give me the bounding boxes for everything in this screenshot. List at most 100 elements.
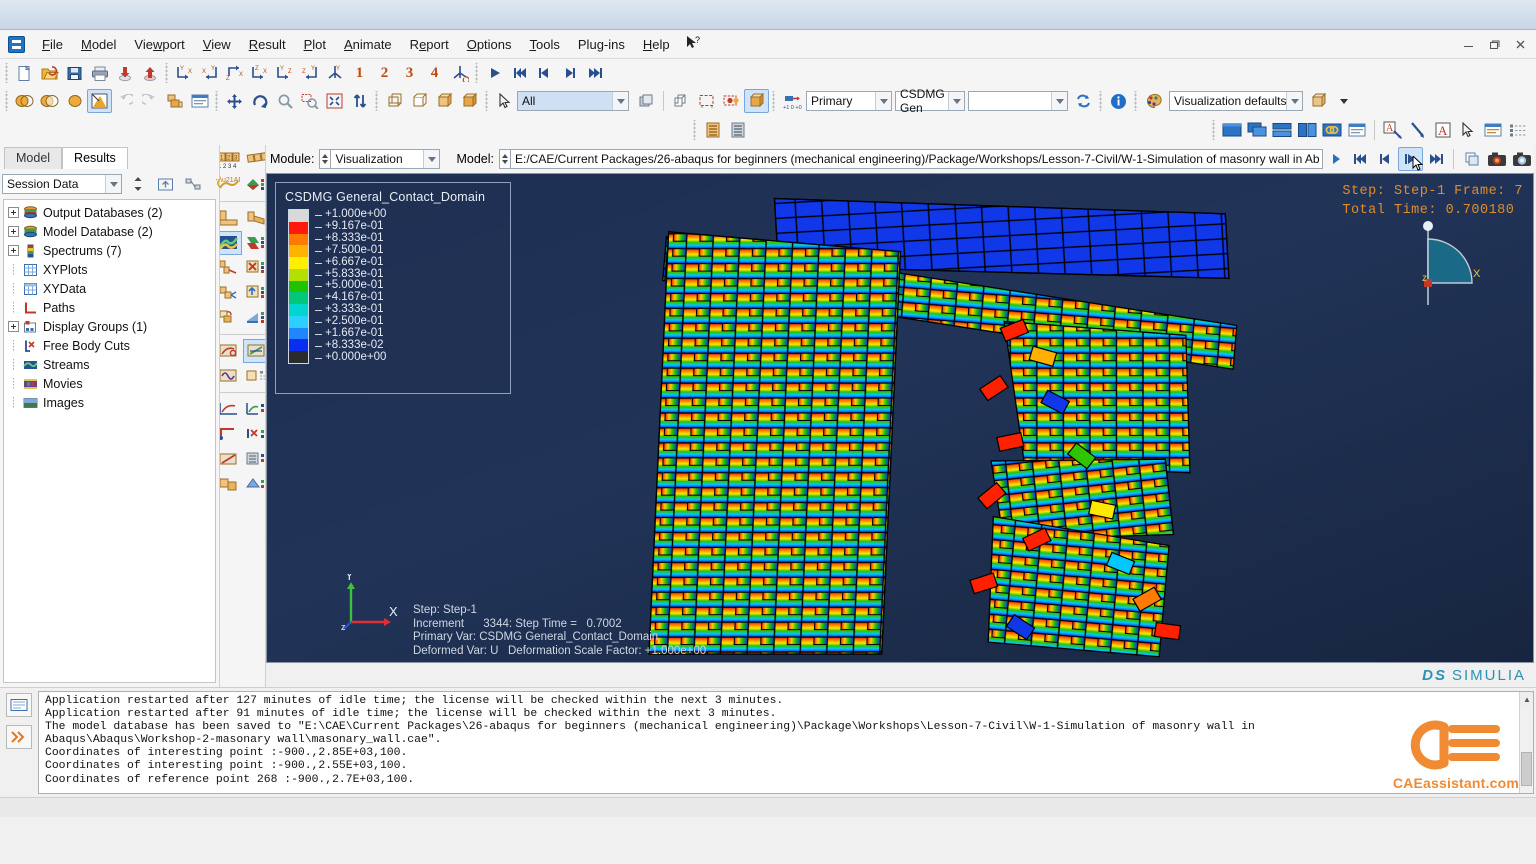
- chevron-down-icon[interactable]: [1051, 92, 1067, 110]
- tree-source-select[interactable]: Session Data: [2, 174, 122, 194]
- apply-front-view-button[interactable]: YX: [172, 61, 197, 85]
- apply-top-view-button[interactable]: ZX: [222, 61, 247, 85]
- info-icon[interactable]: [1106, 89, 1131, 113]
- menu-view[interactable]: View: [194, 33, 240, 56]
- plot-material-orientation-button[interactable]: [220, 281, 242, 305]
- context-help-icon[interactable]: ?: [685, 35, 701, 53]
- saved-view-3-button[interactable]: 3: [397, 61, 422, 85]
- refresh-field-output-button[interactable]: [1071, 89, 1096, 113]
- viewport-tile-horizontal-button[interactable]: [1269, 118, 1294, 142]
- contour-options-dialog-button[interactable]: [243, 231, 265, 255]
- box-zoom-view-button[interactable]: [297, 89, 322, 113]
- material-orientation-options-button[interactable]: [243, 281, 265, 305]
- export-button[interactable]: [137, 61, 162, 85]
- toolbar-grip-views[interactable]: [164, 63, 170, 83]
- tree-item-xydata[interactable]: XYData: [4, 279, 215, 298]
- close-button[interactable]: [1508, 35, 1532, 55]
- apply-isometric-view-button[interactable]: Y: [322, 61, 347, 85]
- menu-animate[interactable]: Animate: [335, 33, 401, 56]
- menu-viewport[interactable]: Viewport: [125, 33, 193, 56]
- model-spinner[interactable]: [499, 149, 510, 169]
- module-select[interactable]: Visualization: [330, 149, 441, 169]
- render-preset-select[interactable]: Visualization defaults: [1169, 91, 1303, 111]
- stress-linearization-button[interactable]: [220, 447, 242, 471]
- tree-item-images[interactable]: Images: [4, 393, 215, 412]
- tab-results[interactable]: Results: [62, 147, 128, 169]
- viewport-annotation-options-button[interactable]: [1344, 118, 1369, 142]
- color-palette-icon[interactable]: [1141, 89, 1166, 113]
- print-button[interactable]: [87, 61, 112, 85]
- common-options-button[interactable]: [220, 206, 242, 230]
- apply-left-view-button[interactable]: YZ: [272, 61, 297, 85]
- create-arrow-annotation-button[interactable]: [1405, 118, 1430, 142]
- tree-item-xyplots[interactable]: XYPlots: [4, 260, 215, 279]
- selection-options-button[interactable]: [633, 89, 658, 113]
- viewport-cascade-button[interactable]: [1244, 118, 1269, 142]
- toolbar-grip-options[interactable]: [1133, 91, 1139, 111]
- chevron-down-icon[interactable]: [423, 150, 440, 168]
- restore-button[interactable]: [1482, 35, 1506, 55]
- playback-last-frame-button[interactable]: [1423, 147, 1448, 171]
- toolbar-grip[interactable]: [4, 63, 10, 83]
- redo-view-button[interactable]: [137, 89, 162, 113]
- view-cut-manager-button[interactable]: [243, 472, 265, 496]
- abaqus-app-icon[interactable]: [8, 35, 25, 53]
- magnify-view-button[interactable]: [272, 89, 297, 113]
- field-output-component-select[interactable]: [968, 91, 1068, 111]
- undo-view-button[interactable]: [112, 89, 137, 113]
- rotation-angle-widget[interactable]: X z: [1419, 219, 1481, 309]
- expand-icon[interactable]: [8, 321, 19, 332]
- tree-item-model-database[interactable]: Model Database (2): [4, 222, 215, 241]
- render-filled-button[interactable]: [87, 89, 112, 113]
- animate-previous-frame-button[interactable]: [532, 61, 557, 85]
- command-line-toggle-button[interactable]: [6, 725, 32, 749]
- playback-first-frame-button[interactable]: [1348, 147, 1373, 171]
- animate-play-button[interactable]: [482, 61, 507, 85]
- contour-legend-button[interactable]: [243, 173, 265, 197]
- rotate-view-button[interactable]: [247, 89, 272, 113]
- playback-previous-frame-button[interactable]: [1373, 147, 1398, 171]
- results-tree[interactable]: Output Databases (2) Model Database (2) …: [3, 199, 216, 683]
- menu-options[interactable]: Options: [458, 33, 521, 56]
- plot-deformed-button[interactable]: [243, 148, 265, 172]
- visualization-viewport[interactable]: CSDMG General_Contact_Domain +1.000e+00 +…: [265, 173, 1534, 663]
- scrollbar-thumb[interactable]: [1521, 752, 1532, 786]
- box-view-hidden-button[interactable]: [407, 89, 432, 113]
- expand-icon[interactable]: [8, 207, 19, 218]
- camera-save-icon[interactable]: [1484, 147, 1509, 171]
- auto-fit-view-button[interactable]: [322, 89, 347, 113]
- edit-text-annotation-button[interactable]: A: [1430, 118, 1455, 142]
- module-spinner[interactable]: [319, 149, 331, 169]
- field-output-variable-select[interactable]: CSDMG Gen: [895, 87, 965, 115]
- link-viewports-button[interactable]: [1319, 118, 1344, 142]
- animate-next-frame-button[interactable]: [557, 61, 582, 85]
- menu-model[interactable]: Model: [72, 33, 125, 56]
- free-body-cut-button[interactable]: [243, 422, 265, 446]
- replace-selected-button[interactable]: [694, 89, 719, 113]
- field-output-step-select[interactable]: Primary: [806, 91, 892, 111]
- viewport-single-button[interactable]: [1219, 118, 1244, 142]
- menu-result[interactable]: Result: [240, 33, 295, 56]
- tree-up-level-icon[interactable]: [153, 172, 178, 196]
- tree-item-display-groups[interactable]: Display Groups (1): [4, 317, 215, 336]
- query-information-button[interactable]: [700, 118, 725, 142]
- tree-item-movies[interactable]: Movies: [4, 374, 215, 393]
- animate-scale-factor-button[interactable]: [243, 339, 265, 363]
- viewport-annotation-button[interactable]: [187, 89, 212, 113]
- animate-last-frame-button[interactable]: [582, 61, 607, 85]
- contour-options-button[interactable]: [220, 231, 242, 255]
- minimize-button[interactable]: [1456, 35, 1480, 55]
- viewport-tile-vertical-button[interactable]: [1294, 118, 1319, 142]
- apply-back-view-button[interactable]: YX: [197, 61, 222, 85]
- reset-display-group-button[interactable]: [744, 89, 769, 113]
- menu-tools[interactable]: Tools: [521, 33, 569, 56]
- model-path-field[interactable]: E:/CAE/Current Packages/26-abaqus for be…: [510, 149, 1323, 169]
- path-create-button[interactable]: [220, 422, 242, 446]
- scroll-up-button[interactable]: ▲: [1520, 692, 1533, 706]
- create-xy-plot-button[interactable]: [243, 397, 265, 421]
- animation-frames-button[interactable]: [1459, 147, 1484, 171]
- toolbar-grip-selection[interactable]: [484, 91, 490, 111]
- chevron-down-icon[interactable]: [875, 92, 891, 110]
- message-log[interactable]: Application restarted after 127 minutes …: [38, 691, 1534, 794]
- playback-next-frame-button[interactable]: [1398, 147, 1424, 171]
